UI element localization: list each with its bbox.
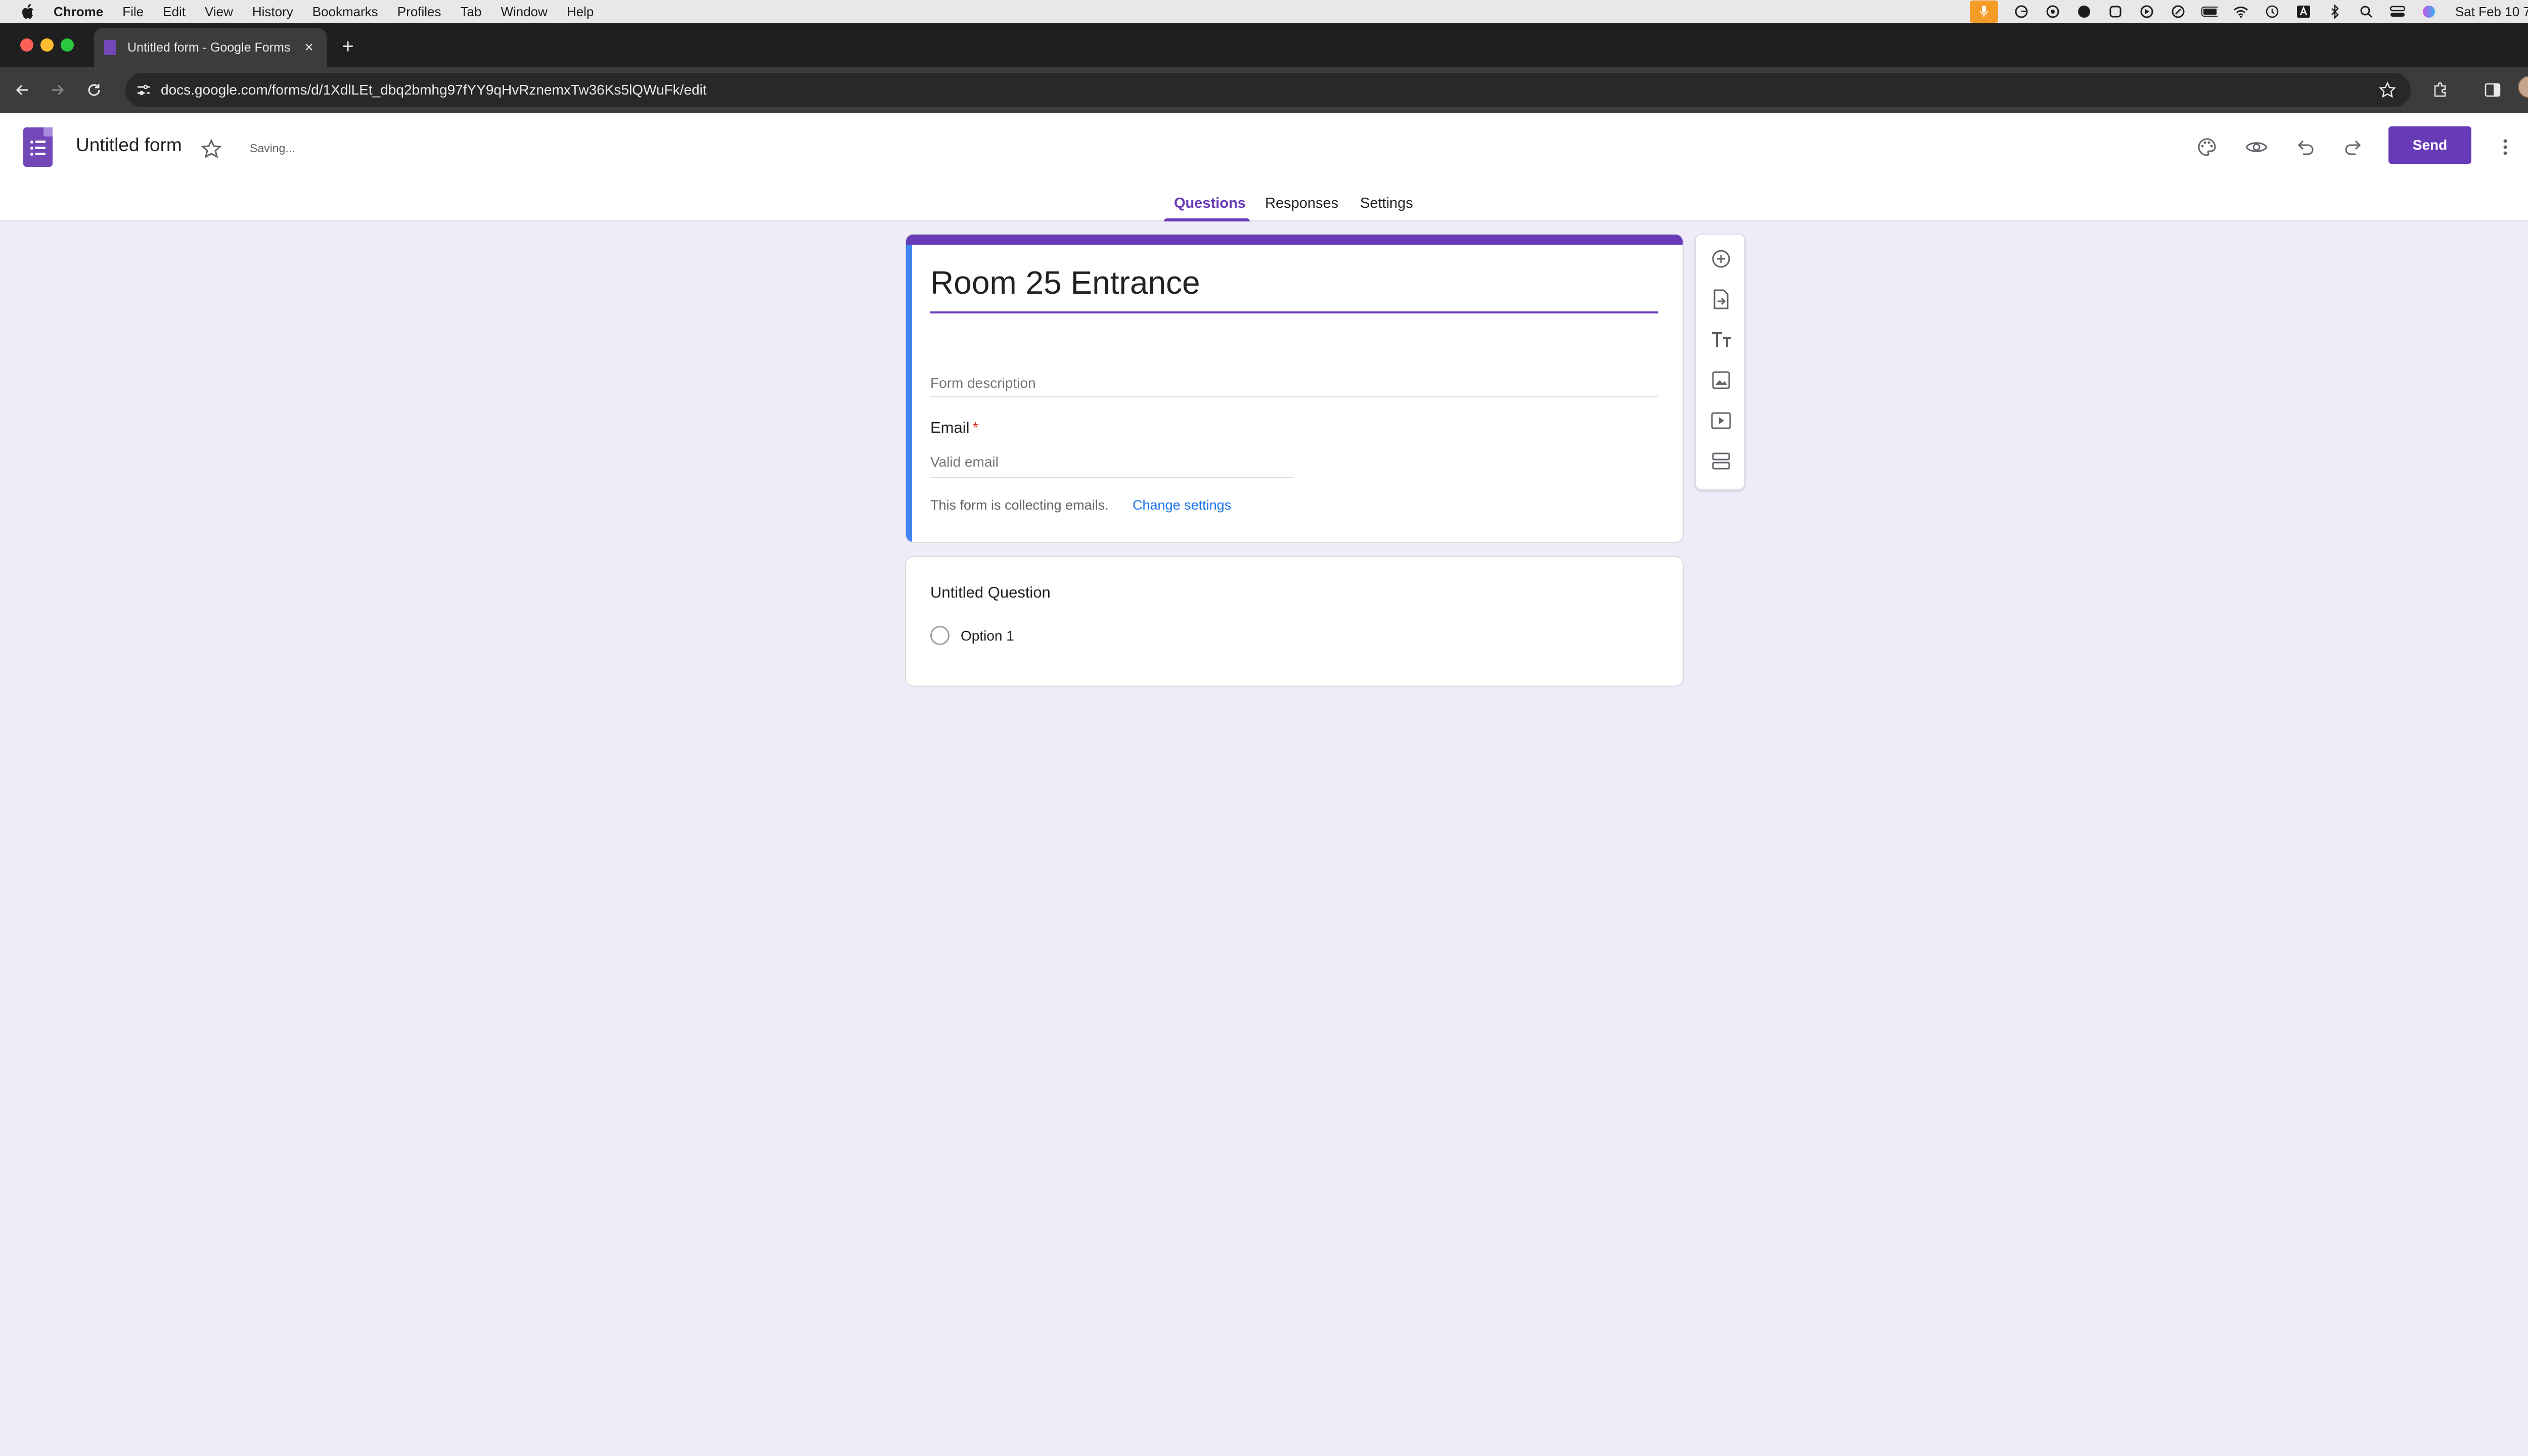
address-bar[interactable]: docs.google.com/forms/d/1XdlLEt_dbq2bmhg… (125, 73, 2411, 107)
record-icon[interactable] (2076, 4, 2092, 20)
collecting-emails-note: This form is collecting emails. (930, 497, 1109, 513)
tab-responses[interactable]: Responses (1265, 195, 1338, 212)
email-field-underline (930, 477, 1294, 478)
preview-eye-icon[interactable] (2241, 131, 2272, 163)
logo-dot (30, 141, 33, 144)
add-image-icon[interactable] (1711, 370, 1731, 390)
card-accent-bar (906, 235, 1683, 245)
google-forms-logo-icon[interactable] (23, 127, 53, 167)
tab-close-icon[interactable]: × (301, 40, 317, 55)
forms-header: Untitled form Saving... Send Questions R… (0, 113, 2528, 221)
save-status: Saving... (250, 142, 295, 155)
question-toolbar (1695, 234, 1745, 490)
url-text: docs.google.com/forms/d/1XdlLEt_dbq2bmhg… (161, 82, 707, 98)
form-document-title[interactable]: Untitled form (76, 134, 182, 156)
form-title-card[interactable]: Room 25 Entrance Form description Email *… (905, 234, 1684, 543)
menu-profiles[interactable]: Profiles (397, 4, 441, 20)
forms-tabs: Questions Responses Settings (0, 189, 2528, 221)
browser-tabstrip: Untitled form - Google Forms × + (0, 23, 2528, 67)
add-question-icon[interactable] (1711, 249, 1731, 269)
form-description-input[interactable]: Form description (930, 375, 1036, 391)
add-title-icon[interactable] (1711, 330, 1731, 350)
microphone-icon[interactable] (1969, 1, 1998, 23)
email-field: Valid email (930, 454, 999, 470)
macos-menubar: Chrome File Edit View History Bookmarks … (0, 0, 2528, 23)
option-label[interactable]: Option 1 (961, 628, 1014, 644)
new-tab-button[interactable]: + (338, 36, 358, 57)
back-arrow-icon[interactable] (11, 79, 33, 101)
window-zoom-button[interactable] (61, 38, 74, 52)
keyboard-input-icon[interactable] (2295, 4, 2312, 20)
browser-profile-avatar[interactable] (2518, 76, 2528, 98)
compass-icon[interactable] (2170, 4, 2186, 20)
screen-icon[interactable] (2107, 4, 2124, 20)
email-label-text: Email (930, 419, 970, 436)
add-video-icon[interactable] (1711, 411, 1731, 431)
tab-settings[interactable]: Settings (1360, 195, 1413, 212)
window-close-button[interactable] (20, 38, 33, 52)
browser-toolbar: docs.google.com/forms/d/1XdlLEt_dbq2bmhg… (0, 67, 2528, 113)
menu-help[interactable]: Help (567, 4, 594, 20)
browser-tab-forms[interactable]: Untitled form - Google Forms × (94, 28, 327, 67)
menu-view[interactable]: View (205, 4, 233, 20)
battery-icon (2201, 4, 2218, 20)
redo-icon[interactable] (2338, 131, 2369, 163)
site-info-icon[interactable] (136, 82, 152, 98)
browser-tab-title: Untitled form - Google Forms (127, 40, 291, 55)
menu-tab[interactable]: Tab (461, 4, 482, 20)
menu-window[interactable]: Window (501, 4, 547, 20)
tab-questions[interactable]: Questions (1174, 195, 1246, 212)
bluetooth-icon[interactable] (2327, 4, 2343, 20)
forward-arrow-icon[interactable] (47, 79, 69, 101)
menu-history[interactable]: History (252, 4, 293, 20)
siri-icon[interactable] (2421, 4, 2437, 20)
extensions-icon[interactable] (2429, 79, 2451, 101)
change-settings-link[interactable]: Change settings (1133, 497, 1231, 513)
wifi-icon[interactable] (2233, 4, 2249, 20)
question-title[interactable]: Untitled Question (930, 583, 1051, 602)
import-questions-icon[interactable] (1711, 289, 1731, 309)
menu-file[interactable]: File (122, 4, 144, 20)
search-icon[interactable] (2358, 4, 2374, 20)
add-section-icon[interactable] (1711, 451, 1731, 471)
apple-icon[interactable] (20, 4, 35, 19)
send-button[interactable]: Send (2388, 126, 2471, 164)
option-radio (930, 626, 950, 645)
email-question-label: Email * (930, 419, 979, 437)
form-description-underline (930, 396, 1658, 397)
logo-dot (30, 153, 33, 156)
undo-icon[interactable] (2289, 131, 2321, 163)
play-icon[interactable] (2139, 4, 2155, 20)
google-forms-favicon-icon (104, 40, 116, 55)
window-minimize-button[interactable] (40, 38, 54, 52)
logo-line (35, 147, 46, 149)
star-icon[interactable] (200, 138, 222, 160)
menubar-clock[interactable]: Sat Feb 10 7:10PM (2455, 4, 2528, 20)
menu-chrome[interactable]: Chrome (54, 4, 103, 20)
logo-line (35, 153, 46, 155)
copilot-icon[interactable] (2045, 4, 2061, 20)
form-title-input[interactable]: Room 25 Entrance (930, 264, 1200, 301)
control-center-icon[interactable] (2389, 4, 2406, 20)
menu-edit[interactable]: Edit (163, 4, 186, 20)
bookmark-star-icon[interactable] (2378, 81, 2397, 99)
card-focus-indicator (906, 245, 912, 542)
menubar-status-area: Sat Feb 10 7:10PM (1969, 0, 2528, 23)
form-title-underline (930, 311, 1658, 313)
time-machine-icon[interactable] (2264, 4, 2280, 20)
customize-theme-icon[interactable] (2191, 131, 2223, 163)
reload-icon[interactable] (83, 79, 105, 101)
menu-bookmarks[interactable]: Bookmarks (312, 4, 378, 20)
more-options-icon[interactable] (2490, 131, 2521, 163)
question-card[interactable]: Untitled Question Option 1 (905, 556, 1684, 687)
grammarly-icon[interactable] (2013, 4, 2029, 20)
active-tab-indicator (1164, 218, 1250, 221)
logo-line (35, 141, 46, 143)
logo-dot (30, 147, 33, 150)
required-asterisk: * (972, 419, 979, 436)
side-panel-icon[interactable] (2481, 79, 2504, 101)
